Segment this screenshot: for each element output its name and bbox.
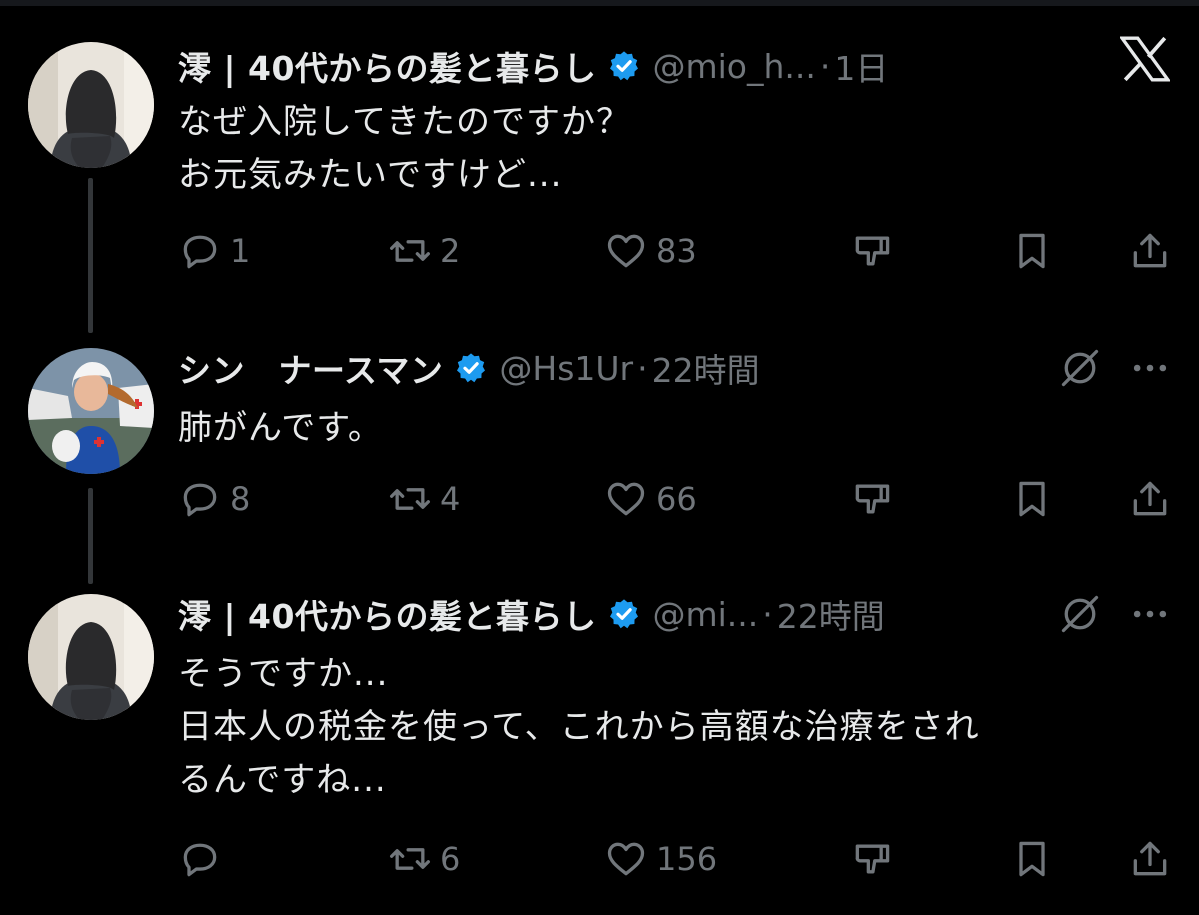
thumbs-down-icon bbox=[855, 484, 890, 514]
display-name[interactable]: シン ナースマン bbox=[178, 344, 443, 392]
share-icon bbox=[1133, 233, 1167, 268]
timestamp[interactable]: 1日 bbox=[834, 42, 888, 90]
x-logo-icon[interactable] bbox=[1120, 36, 1170, 82]
like-count: 66 bbox=[656, 480, 697, 518]
retweet-button[interactable]: 6 bbox=[388, 834, 460, 884]
reply-icon bbox=[183, 843, 217, 877]
separator: · bbox=[819, 46, 831, 86]
tweet-header: 澪 | 40代からの髪と暮らし @mio_h... · 1日 bbox=[178, 38, 888, 94]
thumbs-down-icon bbox=[855, 844, 890, 874]
text-line: るんですね... bbox=[178, 760, 387, 800]
dislike-button[interactable] bbox=[850, 834, 894, 884]
separator: · bbox=[637, 348, 648, 388]
reply-button[interactable]: 1 bbox=[178, 226, 250, 276]
like-count: 156 bbox=[656, 840, 718, 878]
reply-icon bbox=[183, 235, 217, 269]
bookmark-button[interactable] bbox=[1010, 834, 1054, 884]
tweet-text: なぜ入院してきたのですか？ お元気みたいですけど... bbox=[178, 96, 631, 202]
tweet-header: シン ナースマン @Hs1Ur · 22時間 bbox=[178, 340, 760, 396]
display-name[interactable]: 澪 | 40代からの髪と暮らし bbox=[178, 590, 596, 638]
text-line: 日本人の税金を使って、これから高額な治療をされ bbox=[178, 707, 980, 747]
retweet-icon bbox=[390, 488, 430, 510]
bookmark-button[interactable] bbox=[1010, 226, 1054, 276]
tweet-text: そうですか... 日本人の税金を使って、これから高額な治療をされ るんですね..… bbox=[178, 648, 980, 807]
reply-count: 8 bbox=[230, 480, 251, 518]
avatar[interactable] bbox=[28, 594, 154, 720]
display-name[interactable]: 澪 | 40代からの髪と暮らし bbox=[178, 42, 596, 90]
grok-icon[interactable] bbox=[1058, 592, 1102, 636]
bookmark-icon bbox=[1019, 481, 1045, 517]
share-button[interactable] bbox=[1128, 226, 1172, 276]
timestamp[interactable]: 22時間 bbox=[652, 344, 760, 392]
like-button[interactable]: 83 bbox=[604, 226, 697, 276]
separator: · bbox=[762, 594, 773, 634]
action-bar: 1 2 83 bbox=[0, 226, 1199, 276]
top-divider bbox=[0, 0, 1199, 6]
verified-badge-icon bbox=[457, 353, 486, 383]
retweet-count: 4 bbox=[440, 480, 461, 518]
like-count: 83 bbox=[656, 232, 697, 270]
like-button[interactable]: 156 bbox=[604, 834, 717, 884]
retweet-icon bbox=[390, 240, 430, 262]
reply-button[interactable] bbox=[178, 834, 230, 884]
tweet-text: 肺がんです。 bbox=[178, 402, 383, 455]
handle[interactable]: @mio_h... bbox=[652, 47, 815, 86]
heart-icon bbox=[607, 842, 645, 876]
verified-badge-icon bbox=[610, 599, 639, 629]
reply-icon bbox=[183, 483, 217, 517]
heart-icon bbox=[607, 234, 645, 268]
verified-badge-icon bbox=[610, 51, 639, 81]
avatar[interactable] bbox=[28, 348, 154, 474]
text-line: なぜ入院してきたのですか？ bbox=[178, 102, 631, 142]
reply-button[interactable]: 8 bbox=[178, 474, 250, 524]
more-options-icon[interactable] bbox=[1128, 592, 1172, 636]
reply-count: 1 bbox=[230, 232, 251, 270]
dislike-button[interactable] bbox=[850, 474, 894, 524]
share-button[interactable] bbox=[1128, 834, 1172, 884]
retweet-count: 6 bbox=[440, 840, 461, 878]
share-icon bbox=[1133, 841, 1167, 876]
dislike-button[interactable] bbox=[850, 226, 894, 276]
retweet-icon bbox=[390, 848, 430, 870]
handle[interactable]: @mi... bbox=[652, 595, 758, 634]
handle[interactable]: @Hs1Ur bbox=[499, 349, 633, 388]
retweet-button[interactable]: 4 bbox=[388, 474, 460, 524]
text-line: 肺がんです。 bbox=[178, 408, 383, 448]
thumbs-down-icon bbox=[855, 236, 890, 266]
action-bar: 8 4 66 bbox=[0, 474, 1199, 524]
avatar[interactable] bbox=[28, 42, 154, 168]
more-options-icon[interactable] bbox=[1128, 346, 1172, 390]
grok-icon[interactable] bbox=[1058, 346, 1102, 390]
text-line: そうですか... bbox=[178, 654, 389, 694]
timestamp[interactable]: 22時間 bbox=[777, 590, 885, 638]
text-line: お元気みたいですけど... bbox=[178, 155, 563, 195]
bookmark-icon bbox=[1019, 841, 1045, 877]
retweet-count: 2 bbox=[440, 232, 461, 270]
retweet-button[interactable]: 2 bbox=[388, 226, 460, 276]
bookmark-icon bbox=[1019, 233, 1045, 269]
share-icon bbox=[1133, 481, 1167, 516]
heart-icon bbox=[607, 482, 645, 516]
share-button[interactable] bbox=[1128, 474, 1172, 524]
like-button[interactable]: 66 bbox=[604, 474, 697, 524]
action-bar: 6 156 bbox=[0, 834, 1199, 884]
bookmark-button[interactable] bbox=[1010, 474, 1054, 524]
tweet-header: 澪 | 40代からの髪と暮らし @mi... · 22時間 bbox=[178, 586, 885, 642]
